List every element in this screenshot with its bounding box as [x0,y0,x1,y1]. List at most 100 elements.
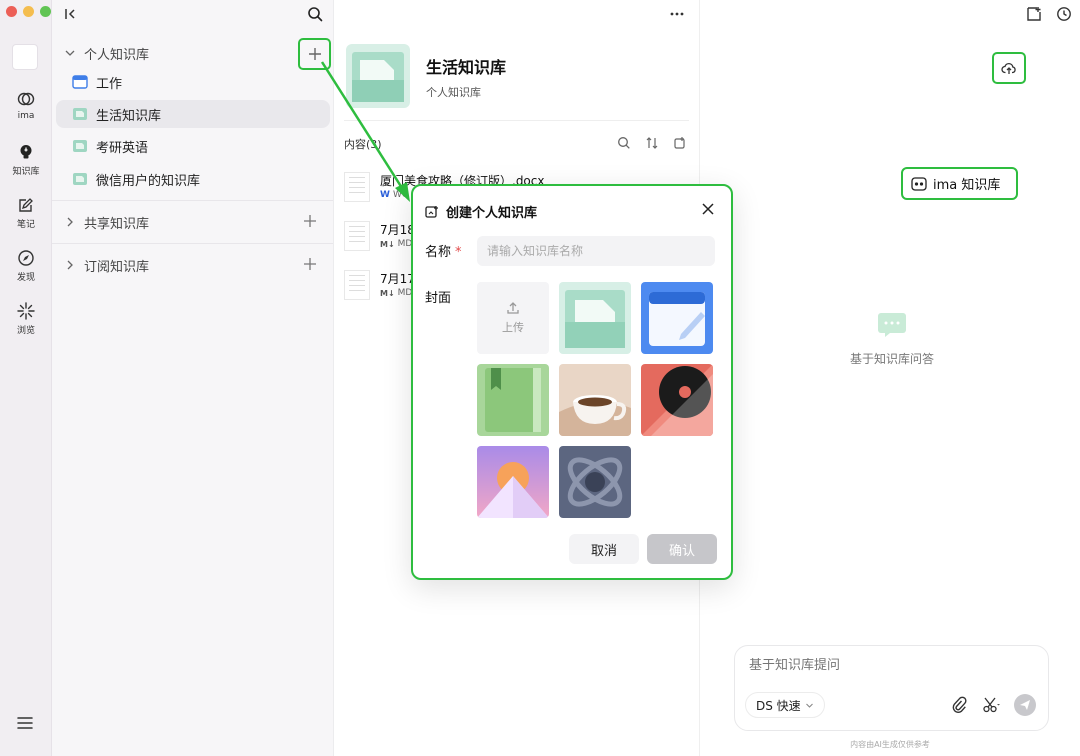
close-icon[interactable] [701,202,715,216]
divider [344,120,689,121]
ima-kb-button[interactable]: ima 知识库 [901,167,1018,200]
more-options-icon[interactable] [669,6,685,22]
section-shared-kb[interactable]: 共享知识库 [64,211,323,233]
rail-item-browse[interactable]: 浏览 [0,302,52,336]
cover-option-coffee[interactable] [559,364,631,436]
new-kb-icon [425,205,438,218]
cover-label: 封面 [425,291,452,306]
chevron-down-icon [65,50,75,56]
rail-item-label: 浏览 [16,326,35,336]
sidebar-item-work[interactable]: 工作 [56,68,330,96]
section-title: 共享知识库 [84,216,150,232]
name-label: 名称 * [425,245,462,260]
content-count-label: 内容(3) [344,138,382,151]
zoom-window-icon[interactable] [40,6,51,17]
window-controls [6,6,51,17]
scissors-icon[interactable] [982,696,1000,714]
menu-icon[interactable] [16,714,34,732]
avatar[interactable] [12,44,38,70]
ima-kb-label: ima 知识库 [933,178,1001,193]
dialog-header: 创建个人知识库 [425,202,537,221]
rail-item-discover[interactable]: 发现 [0,249,52,283]
search-icon[interactable] [617,136,631,150]
compass-icon [18,250,34,266]
file-thumbnail [344,270,370,300]
file-name: 7月17 [380,272,415,286]
confirm-button[interactable]: 确认 [647,534,717,564]
sidebar-item-label: 生活知识库 [96,108,162,124]
file-type: M↓ MD [380,239,413,249]
knowledge-sidebar: 个人知识库 工作 生活知识库 考研英语 微信用户的知识库 共享知识库 订阅知识库 [52,0,334,756]
sort-icon[interactable] [645,136,659,150]
cover-option-vinyl[interactable] [641,364,713,436]
rail-item-label: 笔记 [16,220,35,230]
dialog-title: 创建个人知识库 [446,206,538,221]
plus-icon [309,48,321,60]
panda-icon [911,176,927,191]
file-type: W WO [380,190,409,200]
kb-title: 生活知识库 [426,58,507,77]
qa-empty-state: 基于知识库问答 [830,312,954,367]
send-icon [1020,700,1030,710]
required-mark: * [455,245,462,260]
file-thumbnail [344,221,370,251]
search-icon[interactable] [307,6,323,22]
cover-option-atom[interactable] [559,446,631,518]
left-rail: ima 知识库 笔记 发现 浏览 [0,0,52,756]
add-personal-kb-button[interactable] [298,38,331,70]
folder-kb-icon [73,108,87,120]
folder-kb-icon [73,140,87,152]
upload-cover-tile[interactable]: 上传 [477,282,549,354]
attach-icon[interactable] [950,696,968,714]
rail-item-notes[interactable]: 笔记 [0,196,52,230]
section-title: 个人知识库 [84,47,150,63]
sidebar-item-wechat-kb[interactable]: 微信用户的知识库 [56,165,330,193]
rail-item-knowledge[interactable]: 知识库 [0,143,52,177]
cover-option-calendar[interactable] [641,282,713,354]
chat-composer: DS 快速 [734,645,1049,731]
minimize-window-icon[interactable] [23,6,34,17]
upload-button[interactable] [992,52,1026,84]
rail-item-ima[interactable]: ima [0,90,52,121]
question-input[interactable] [749,658,1029,673]
qa-panel: ima 知识库 基于知识库问答 DS 快速 内容由AI生成仅供参考 [700,0,1080,756]
word-doc-icon: W [380,190,390,200]
model-selector[interactable]: DS 快速 [745,692,825,718]
cover-option-folder[interactable] [559,282,631,354]
add-subscribed-kb-icon[interactable] [303,257,317,271]
markdown-icon: M↓ [380,288,395,298]
section-personal-kb[interactable]: 个人知识库 [64,42,323,64]
ai-disclaimer: 内容由AI生成仅供参考 [850,740,930,749]
file-thumbnail [344,172,370,202]
chevron-right-icon [67,260,73,270]
cancel-button[interactable]: 取消 [569,534,639,564]
sidebar-item-label: 考研英语 [96,140,149,156]
collapse-sidebar-icon[interactable] [64,6,78,22]
sidebar-item-life-kb[interactable]: 生活知识库 [56,100,330,128]
kb-name-input[interactable] [477,236,715,266]
add-content-icon[interactable] [673,136,687,150]
file-name: 7月18 [380,223,415,237]
markdown-icon: M↓ [380,239,395,249]
add-shared-kb-icon[interactable] [303,214,317,228]
history-icon[interactable] [1056,6,1072,22]
section-subscribed-kb[interactable]: 订阅知识库 [64,254,323,276]
rail-item-label: 发现 [16,273,35,283]
new-chat-icon[interactable] [1026,6,1042,22]
section-title: 订阅知识库 [84,259,150,275]
sidebar-item-label: 工作 [96,76,123,92]
divider [52,200,333,201]
chevron-right-icon [67,217,73,227]
cover-option-notebook[interactable] [477,364,549,436]
empty-state-text: 基于知识库问答 [849,352,934,366]
chevron-down-icon [805,703,813,708]
close-window-icon[interactable] [6,6,17,17]
folder-kb-icon [73,173,87,185]
sidebar-item-kaoyan[interactable]: 考研英语 [56,132,330,160]
divider [52,243,333,244]
send-button[interactable] [1014,694,1036,716]
cover-option-mountain[interactable] [477,446,549,518]
ima-logo-icon [17,92,35,106]
model-label: DS 快速 [756,698,801,713]
sparkle-icon [17,302,35,320]
